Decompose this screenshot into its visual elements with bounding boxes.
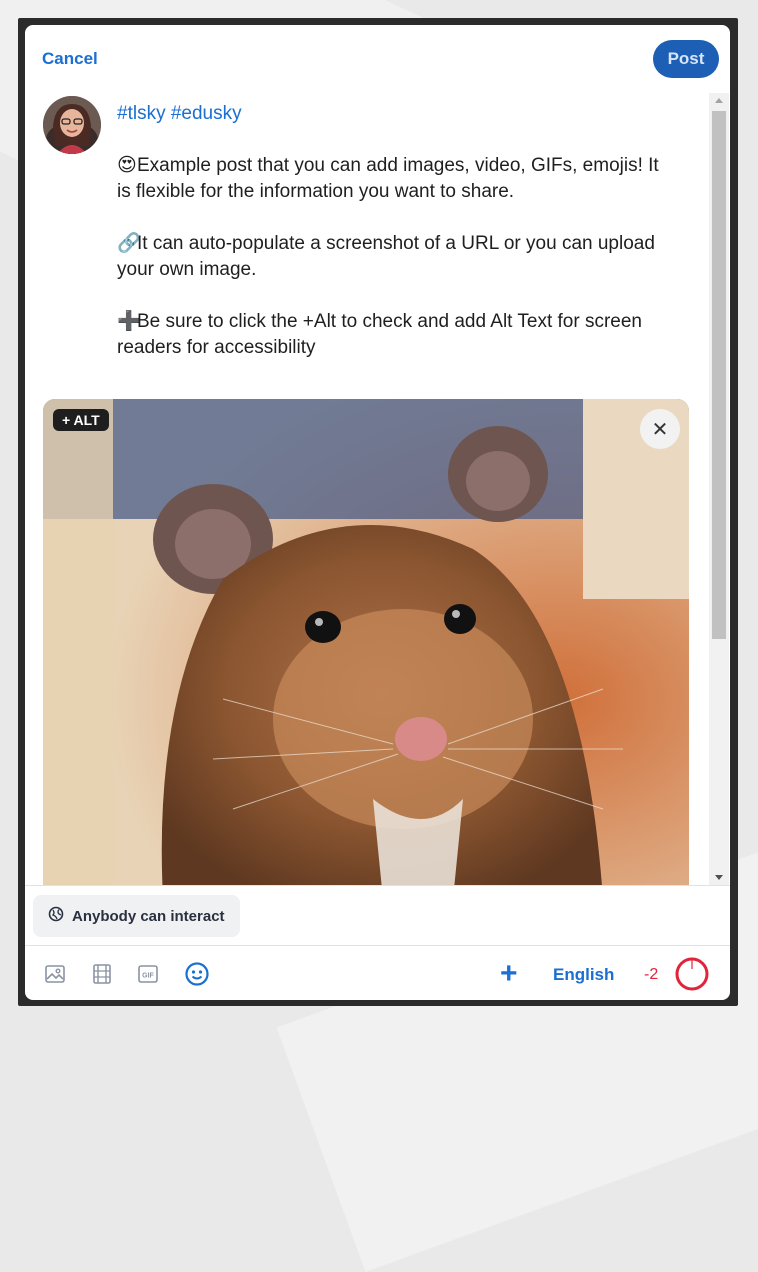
scroll-down-arrow-icon[interactable]: [715, 875, 723, 880]
post-paragraph: ➕Be sure to click the +Alt to check and …: [117, 309, 677, 361]
compose-modal: Cancel Post #tlsky #edusky 😍Example post…: [25, 25, 730, 1000]
cancel-button[interactable]: Cancel: [42, 49, 98, 69]
interaction-settings-button[interactable]: Anybody can interact: [33, 895, 240, 937]
paragraph-text: Example post that you can add images, vi…: [117, 155, 659, 202]
hamster-image: [43, 399, 689, 886]
emoji-icon[interactable]: [184, 961, 210, 992]
post-paragraph: 🔗It can auto-populate a screenshot of a …: [117, 231, 677, 283]
paragraph-text: It can auto-populate a screenshot of a U…: [117, 233, 655, 280]
post-text-input[interactable]: #tlsky #edusky 😍Example post that you ca…: [117, 101, 677, 387]
globe-icon: [48, 906, 64, 926]
close-icon: ✕: [651, 418, 669, 441]
add-post-thread-button[interactable]: +: [500, 959, 518, 989]
language-select-button[interactable]: English: [553, 965, 614, 985]
scrollbar-thumb[interactable]: [712, 111, 726, 639]
compose-scroll-area: #tlsky #edusky 😍Example post that you ca…: [25, 93, 730, 886]
character-count: -2: [644, 966, 659, 983]
image-icon[interactable]: [44, 963, 66, 990]
scroll-up-arrow-icon[interactable]: [715, 98, 723, 103]
scrollbar[interactable]: [709, 93, 729, 886]
post-hashtags: #tlsky #edusky: [117, 103, 242, 124]
divider: [25, 945, 730, 946]
attached-image: + ALT ✕: [43, 399, 689, 886]
video-icon[interactable]: [91, 963, 113, 990]
link-emoji-icon: 🔗: [117, 233, 141, 254]
interaction-label: Anybody can interact: [72, 907, 225, 925]
divider: [25, 885, 730, 886]
character-limit-ring-icon: [675, 957, 709, 996]
plus-emoji-icon: ➕: [117, 311, 141, 332]
post-paragraph: 😍Example post that you can add images, v…: [117, 153, 677, 205]
add-alt-text-button[interactable]: + ALT: [53, 409, 109, 431]
gif-label: GIF: [142, 973, 154, 980]
avatar: [43, 96, 101, 154]
gif-icon[interactable]: GIF: [137, 963, 159, 990]
remove-image-button[interactable]: ✕: [640, 409, 680, 449]
heart-eyes-emoji-icon: 😍: [117, 155, 137, 176]
paragraph-text: Be sure to click the +Alt to check and a…: [117, 311, 643, 358]
post-button[interactable]: Post: [653, 40, 719, 78]
